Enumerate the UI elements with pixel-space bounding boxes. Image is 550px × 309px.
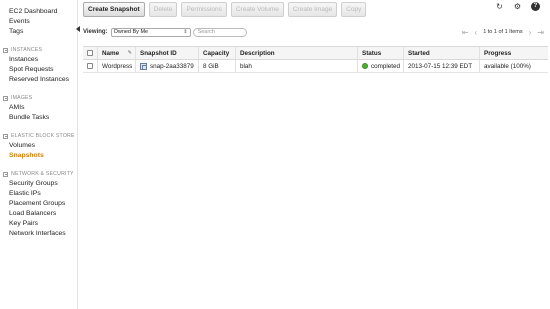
section-title: IMAGES bbox=[11, 95, 33, 101]
cell-progress: available (100%) bbox=[484, 62, 531, 70]
header-label: Started bbox=[408, 49, 430, 57]
collapse-icon bbox=[3, 47, 8, 53]
header-name[interactable]: Name ✎ bbox=[98, 47, 136, 59]
section-network-security[interactable]: NETWORK & SECURITY bbox=[0, 169, 77, 179]
row-select bbox=[83, 60, 98, 72]
header-progress[interactable]: Progress bbox=[480, 47, 548, 59]
pager-text: 1 to 1 of 1 Items bbox=[483, 29, 523, 35]
table-header: Name ✎ Snapshot ID Capacity Description S… bbox=[83, 47, 548, 60]
viewing-select[interactable]: Owned By Me bbox=[110, 27, 191, 37]
top-icons: ↻ ⚙ ? bbox=[495, 2, 540, 11]
header-description[interactable]: Description bbox=[236, 47, 358, 59]
snapshot-id-text: snap-2aa33879 bbox=[150, 62, 194, 70]
collapse-icon bbox=[3, 95, 8, 101]
sidebar-item-instances[interactable]: Instances bbox=[0, 55, 77, 65]
header-label: Capacity bbox=[203, 49, 230, 57]
prev-page-icon[interactable]: ‹ bbox=[475, 28, 478, 37]
collapse-icon bbox=[3, 171, 8, 177]
edit-icon[interactable]: ✎ bbox=[128, 50, 132, 56]
sidebar-item-network-interfaces[interactable]: Network Interfaces bbox=[0, 229, 77, 239]
sidebar-item-key-pairs[interactable]: Key Pairs bbox=[0, 219, 77, 229]
sidebar-item-tags[interactable]: Tags bbox=[0, 27, 77, 37]
filter-bar: Viewing: Owned By Me Search ⇤ ‹ 1 to 1 o… bbox=[83, 25, 548, 39]
sidebar-item-events[interactable]: Events bbox=[0, 17, 77, 27]
header-snapshot-id[interactable]: Snapshot ID bbox=[136, 47, 199, 59]
sidebar-item-amis[interactable]: AMIs bbox=[0, 103, 77, 113]
section-elastic-block-store[interactable]: ELASTIC BLOCK STORE bbox=[0, 131, 77, 141]
permissions-button[interactable]: Permissions bbox=[181, 2, 227, 17]
header-capacity[interactable]: Capacity bbox=[199, 47, 236, 59]
status-text: completed bbox=[371, 62, 401, 70]
sidebar-item-ec2-dashboard[interactable]: EC2 Dashboard bbox=[0, 7, 77, 17]
header-label: Name bbox=[102, 49, 120, 57]
cell-snapshot-id: snap-2aa33879 bbox=[136, 60, 199, 72]
create-image-button[interactable]: Create Image bbox=[287, 2, 338, 17]
row-checkbox[interactable] bbox=[87, 63, 93, 69]
section-instances[interactable]: INSTANCES bbox=[0, 45, 77, 55]
header-label: Snapshot ID bbox=[140, 49, 177, 57]
section-title: ELASTIC BLOCK STORE bbox=[11, 133, 75, 139]
toolbar: Create Snapshot Delete Permissions Creat… bbox=[83, 2, 367, 18]
select-all-checkbox[interactable] bbox=[87, 50, 93, 56]
copy-button[interactable]: Copy bbox=[341, 2, 367, 17]
section-images[interactable]: IMAGES bbox=[0, 93, 77, 103]
sidebar-item-spot-requests[interactable]: Spot Requests bbox=[0, 65, 77, 75]
header-select-all bbox=[83, 47, 98, 59]
create-volume-button[interactable]: Create Volume bbox=[230, 2, 284, 17]
section-title: NETWORK & SECURITY bbox=[11, 171, 74, 177]
table-row[interactable]: Wordpress snap-2aa33879 8 GiB blah compl… bbox=[83, 60, 548, 73]
sidebar-item-elastic-ips[interactable]: Elastic IPs bbox=[0, 189, 77, 199]
status-ok-icon bbox=[362, 63, 368, 69]
header-label: Progress bbox=[484, 49, 512, 57]
search-input[interactable]: Search bbox=[192, 27, 247, 37]
cell-started: 2013-07-15 12:39 EDT bbox=[404, 60, 480, 72]
sidebar-item-bundle-tasks[interactable]: Bundle Tasks bbox=[0, 113, 77, 123]
header-started[interactable]: Started bbox=[404, 47, 480, 59]
delete-button[interactable]: Delete bbox=[148, 2, 178, 17]
sidebar-item-security-groups[interactable]: Security Groups bbox=[0, 179, 77, 189]
gear-icon[interactable]: ⚙ bbox=[513, 2, 522, 11]
sidebar-item-volumes[interactable]: Volumes bbox=[0, 141, 77, 151]
sidebar-item-snapshots[interactable]: Snapshots bbox=[0, 151, 77, 161]
section-title: INSTANCES bbox=[11, 47, 43, 53]
sidebar-collapse-icon[interactable] bbox=[76, 26, 80, 32]
header-label: Description bbox=[240, 49, 275, 57]
refresh-icon[interactable]: ↻ bbox=[495, 2, 504, 11]
collapse-icon bbox=[3, 133, 8, 139]
sidebar-item-placement-groups[interactable]: Placement Groups bbox=[0, 199, 77, 209]
cell-description: blah bbox=[236, 60, 358, 72]
snapshots-table: Name ✎ Snapshot ID Capacity Description S… bbox=[83, 46, 548, 73]
sidebar-item-reserved-instances[interactable]: Reserved Instances bbox=[0, 75, 77, 85]
last-page-icon[interactable]: ⇥ bbox=[537, 28, 544, 37]
cell-capacity: 8 GiB bbox=[199, 60, 236, 72]
next-page-icon[interactable]: › bbox=[529, 28, 532, 37]
viewing-label: Viewing: bbox=[83, 29, 108, 35]
cell-status: completed bbox=[358, 60, 404, 72]
sidebar: EC2 Dashboard Events Tags INSTANCES Inst… bbox=[0, 0, 78, 309]
pager: ⇤ ‹ 1 to 1 of 1 Items › ⇥ bbox=[462, 25, 544, 39]
sidebar-item-load-balancers[interactable]: Load Balancers bbox=[0, 209, 77, 219]
header-label: Status bbox=[362, 49, 382, 57]
cell-name: Wordpress bbox=[98, 60, 136, 72]
create-snapshot-button[interactable]: Create Snapshot bbox=[83, 2, 145, 17]
header-status[interactable]: Status bbox=[358, 47, 404, 59]
first-page-icon[interactable]: ⇤ bbox=[462, 28, 469, 37]
snapshot-icon bbox=[140, 62, 147, 70]
help-icon[interactable]: ? bbox=[531, 2, 540, 11]
